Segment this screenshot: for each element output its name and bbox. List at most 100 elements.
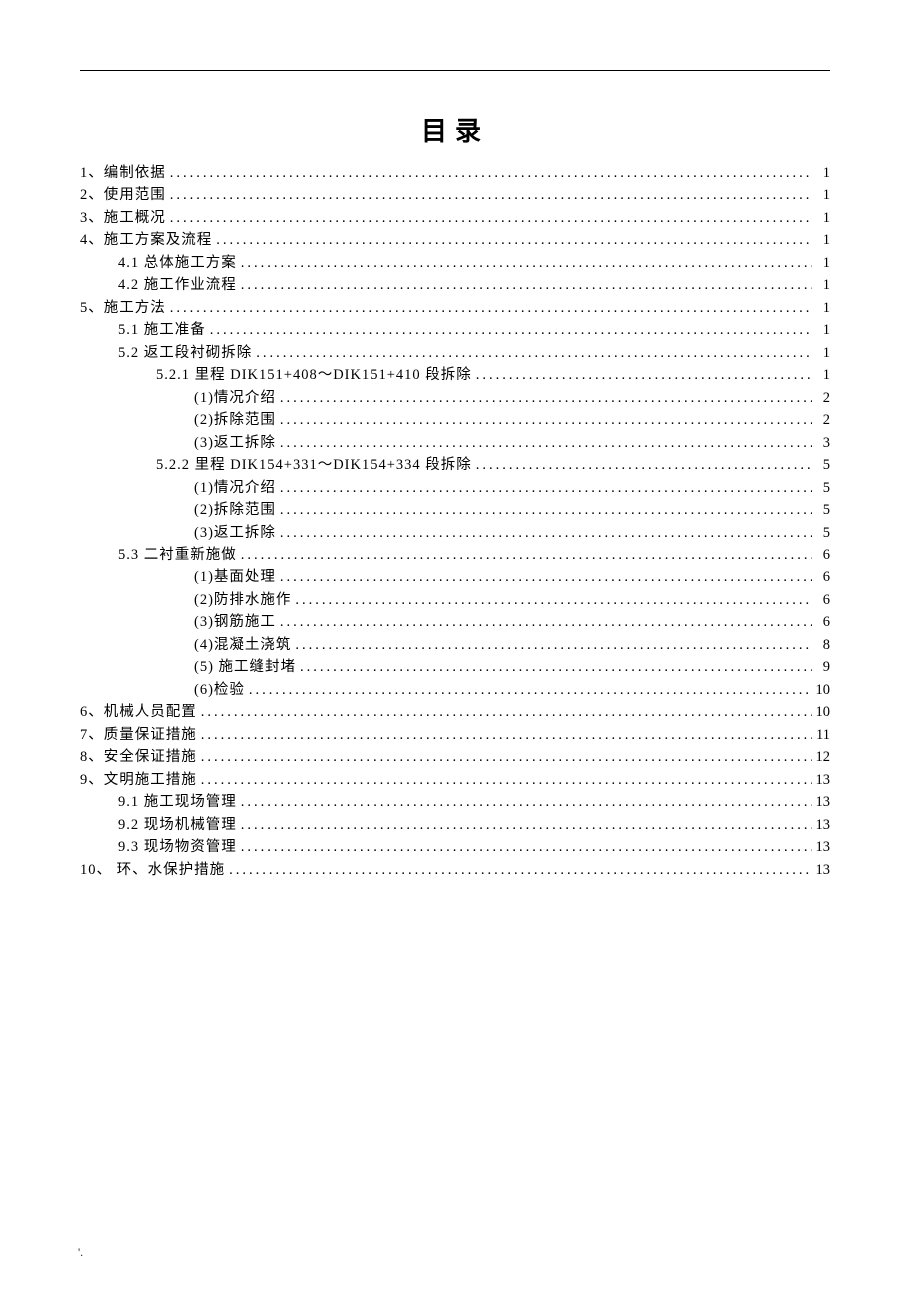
toc-page: 6: [812, 611, 830, 633]
toc-page: 5: [812, 499, 830, 521]
page-rule: [80, 70, 830, 71]
toc-page: 6: [812, 544, 830, 566]
toc-label: (3)钢筋施工: [194, 611, 276, 633]
toc-label: (5) 施工缝封堵: [194, 656, 296, 678]
toc-label: (1)情况介绍: [194, 387, 276, 409]
toc-page: 1: [812, 274, 830, 296]
toc-label: (3)返工拆除: [194, 522, 276, 544]
toc-page: 1: [812, 252, 830, 274]
toc-entry: 5.1 施工准备 1: [80, 319, 830, 341]
toc-entry: (2)拆除范围 5: [80, 499, 830, 521]
toc-entry: (6)检验 10: [80, 679, 830, 701]
document-page: 目录 1、编制依据12、使用范围13、施工概况14、施工方案及流程14.1 总体…: [0, 0, 920, 921]
toc-entry: 4.2 施工作业流程1: [80, 274, 830, 296]
toc-label: 5.2.1 里程 DIK151+408～DIK151+410 段拆除: [156, 364, 472, 386]
toc-label: (2)拆除范围: [194, 409, 276, 431]
toc-entry: 5、施工方法 1: [80, 297, 830, 319]
toc-entry: 9.2 现场机械管理 13: [80, 814, 830, 836]
toc-page: 5: [812, 522, 830, 544]
toc-leader: [166, 207, 812, 229]
toc-label: 4、施工方案及流程: [80, 229, 212, 251]
toc-label: 5.2 返工段衬砌拆除: [118, 342, 252, 364]
toc-label: 3、施工概况: [80, 207, 166, 229]
toc-leader: [276, 499, 812, 521]
toc-leader: [237, 274, 812, 296]
toc-label: 5、施工方法: [80, 297, 166, 319]
toc-label: 1、编制依据: [80, 162, 166, 184]
page-title: 目录: [80, 111, 830, 148]
toc-leader: [291, 634, 812, 656]
toc-leader: [472, 364, 812, 386]
toc-entry: 9.1 施工现场管理13: [80, 791, 830, 813]
toc-page: 1: [812, 229, 830, 251]
footer-mark: '.: [78, 1245, 83, 1260]
toc-entry: 5.2 返工段衬砌拆除 1: [80, 342, 830, 364]
toc-label: 8、安全保证措施: [80, 746, 197, 768]
toc-leader: [472, 454, 812, 476]
toc-leader: [206, 319, 812, 341]
toc-entry: (4)混凝土浇筑 8: [80, 634, 830, 656]
toc-leader: [197, 724, 812, 746]
toc-page: 13: [812, 859, 830, 881]
toc-entry: (2)拆除范围 2: [80, 409, 830, 431]
toc-entry: 6、机械人员配置10: [80, 701, 830, 723]
toc-entry: (3)返工拆除 3: [80, 432, 830, 454]
toc-page: 6: [812, 566, 830, 588]
toc-entry: 2、使用范围1: [80, 184, 830, 206]
toc-entry: 4、施工方案及流程 1: [80, 229, 830, 251]
toc-entry: (3)钢筋施工 6: [80, 611, 830, 633]
toc-entry: 10、 环、水保护措施 13: [80, 859, 830, 881]
toc-label: 10、 环、水保护措施: [80, 859, 225, 881]
toc-leader: [276, 409, 812, 431]
toc-leader: [225, 859, 812, 881]
toc-page: 8: [812, 634, 830, 656]
toc-label: (6)检验: [194, 679, 245, 701]
toc-leader: [237, 791, 812, 813]
toc-leader: [276, 387, 812, 409]
toc-page: 10: [812, 679, 830, 701]
toc-entry: 3、施工概况 1: [80, 207, 830, 229]
toc-entry: (1)基面处理 6: [80, 566, 830, 588]
toc-leader: [212, 229, 812, 251]
toc-label: 6、机械人员配置: [80, 701, 197, 723]
toc-entry: 7、质量保证措施11: [80, 724, 830, 746]
toc-leader: [237, 814, 812, 836]
toc-label: 2、使用范围: [80, 184, 166, 206]
toc-entry: (1)情况介绍 2: [80, 387, 830, 409]
toc-leader: [237, 836, 812, 858]
toc-page: 1: [812, 319, 830, 341]
toc-leader: [276, 477, 812, 499]
toc-label: 5.3 二衬重新施做: [118, 544, 237, 566]
toc-page: 13: [812, 791, 830, 813]
toc-leader: [276, 522, 812, 544]
toc-label: 7、质量保证措施: [80, 724, 197, 746]
toc-label: (1)基面处理: [194, 566, 276, 588]
toc-leader: [252, 342, 812, 364]
toc-page: 1: [812, 207, 830, 229]
toc-label: 5.2.2 里程 DIK154+331～DIK154+334 段拆除: [156, 454, 472, 476]
toc-leader: [166, 162, 812, 184]
toc-label: 5.1 施工准备: [118, 319, 206, 341]
toc-page: 1: [812, 297, 830, 319]
toc-page: 1: [812, 342, 830, 364]
toc-leader: [276, 566, 812, 588]
toc-page: 1: [812, 162, 830, 184]
toc-label: (3)返工拆除: [194, 432, 276, 454]
toc-leader: [166, 184, 812, 206]
toc-page: 5: [812, 477, 830, 499]
toc-page: 13: [812, 769, 830, 791]
toc-page: 9: [812, 656, 830, 678]
toc-page: 2: [812, 387, 830, 409]
toc-leader: [197, 746, 812, 768]
toc-entry: 9、文明施工措施 13: [80, 769, 830, 791]
table-of-contents: 1、编制依据12、使用范围13、施工概况14、施工方案及流程14.1 总体施工方…: [80, 162, 830, 881]
toc-page: 12: [812, 746, 830, 768]
toc-leader: [237, 252, 812, 274]
toc-leader: [237, 544, 812, 566]
toc-entry: 4.1 总体施工方案 1: [80, 252, 830, 274]
toc-entry: (1)情况介绍 5: [80, 477, 830, 499]
toc-entry: (2)防排水施作 6: [80, 589, 830, 611]
toc-label: 4.1 总体施工方案: [118, 252, 237, 274]
toc-entry: 8、安全保证措施 12: [80, 746, 830, 768]
toc-label: 9、文明施工措施: [80, 769, 197, 791]
